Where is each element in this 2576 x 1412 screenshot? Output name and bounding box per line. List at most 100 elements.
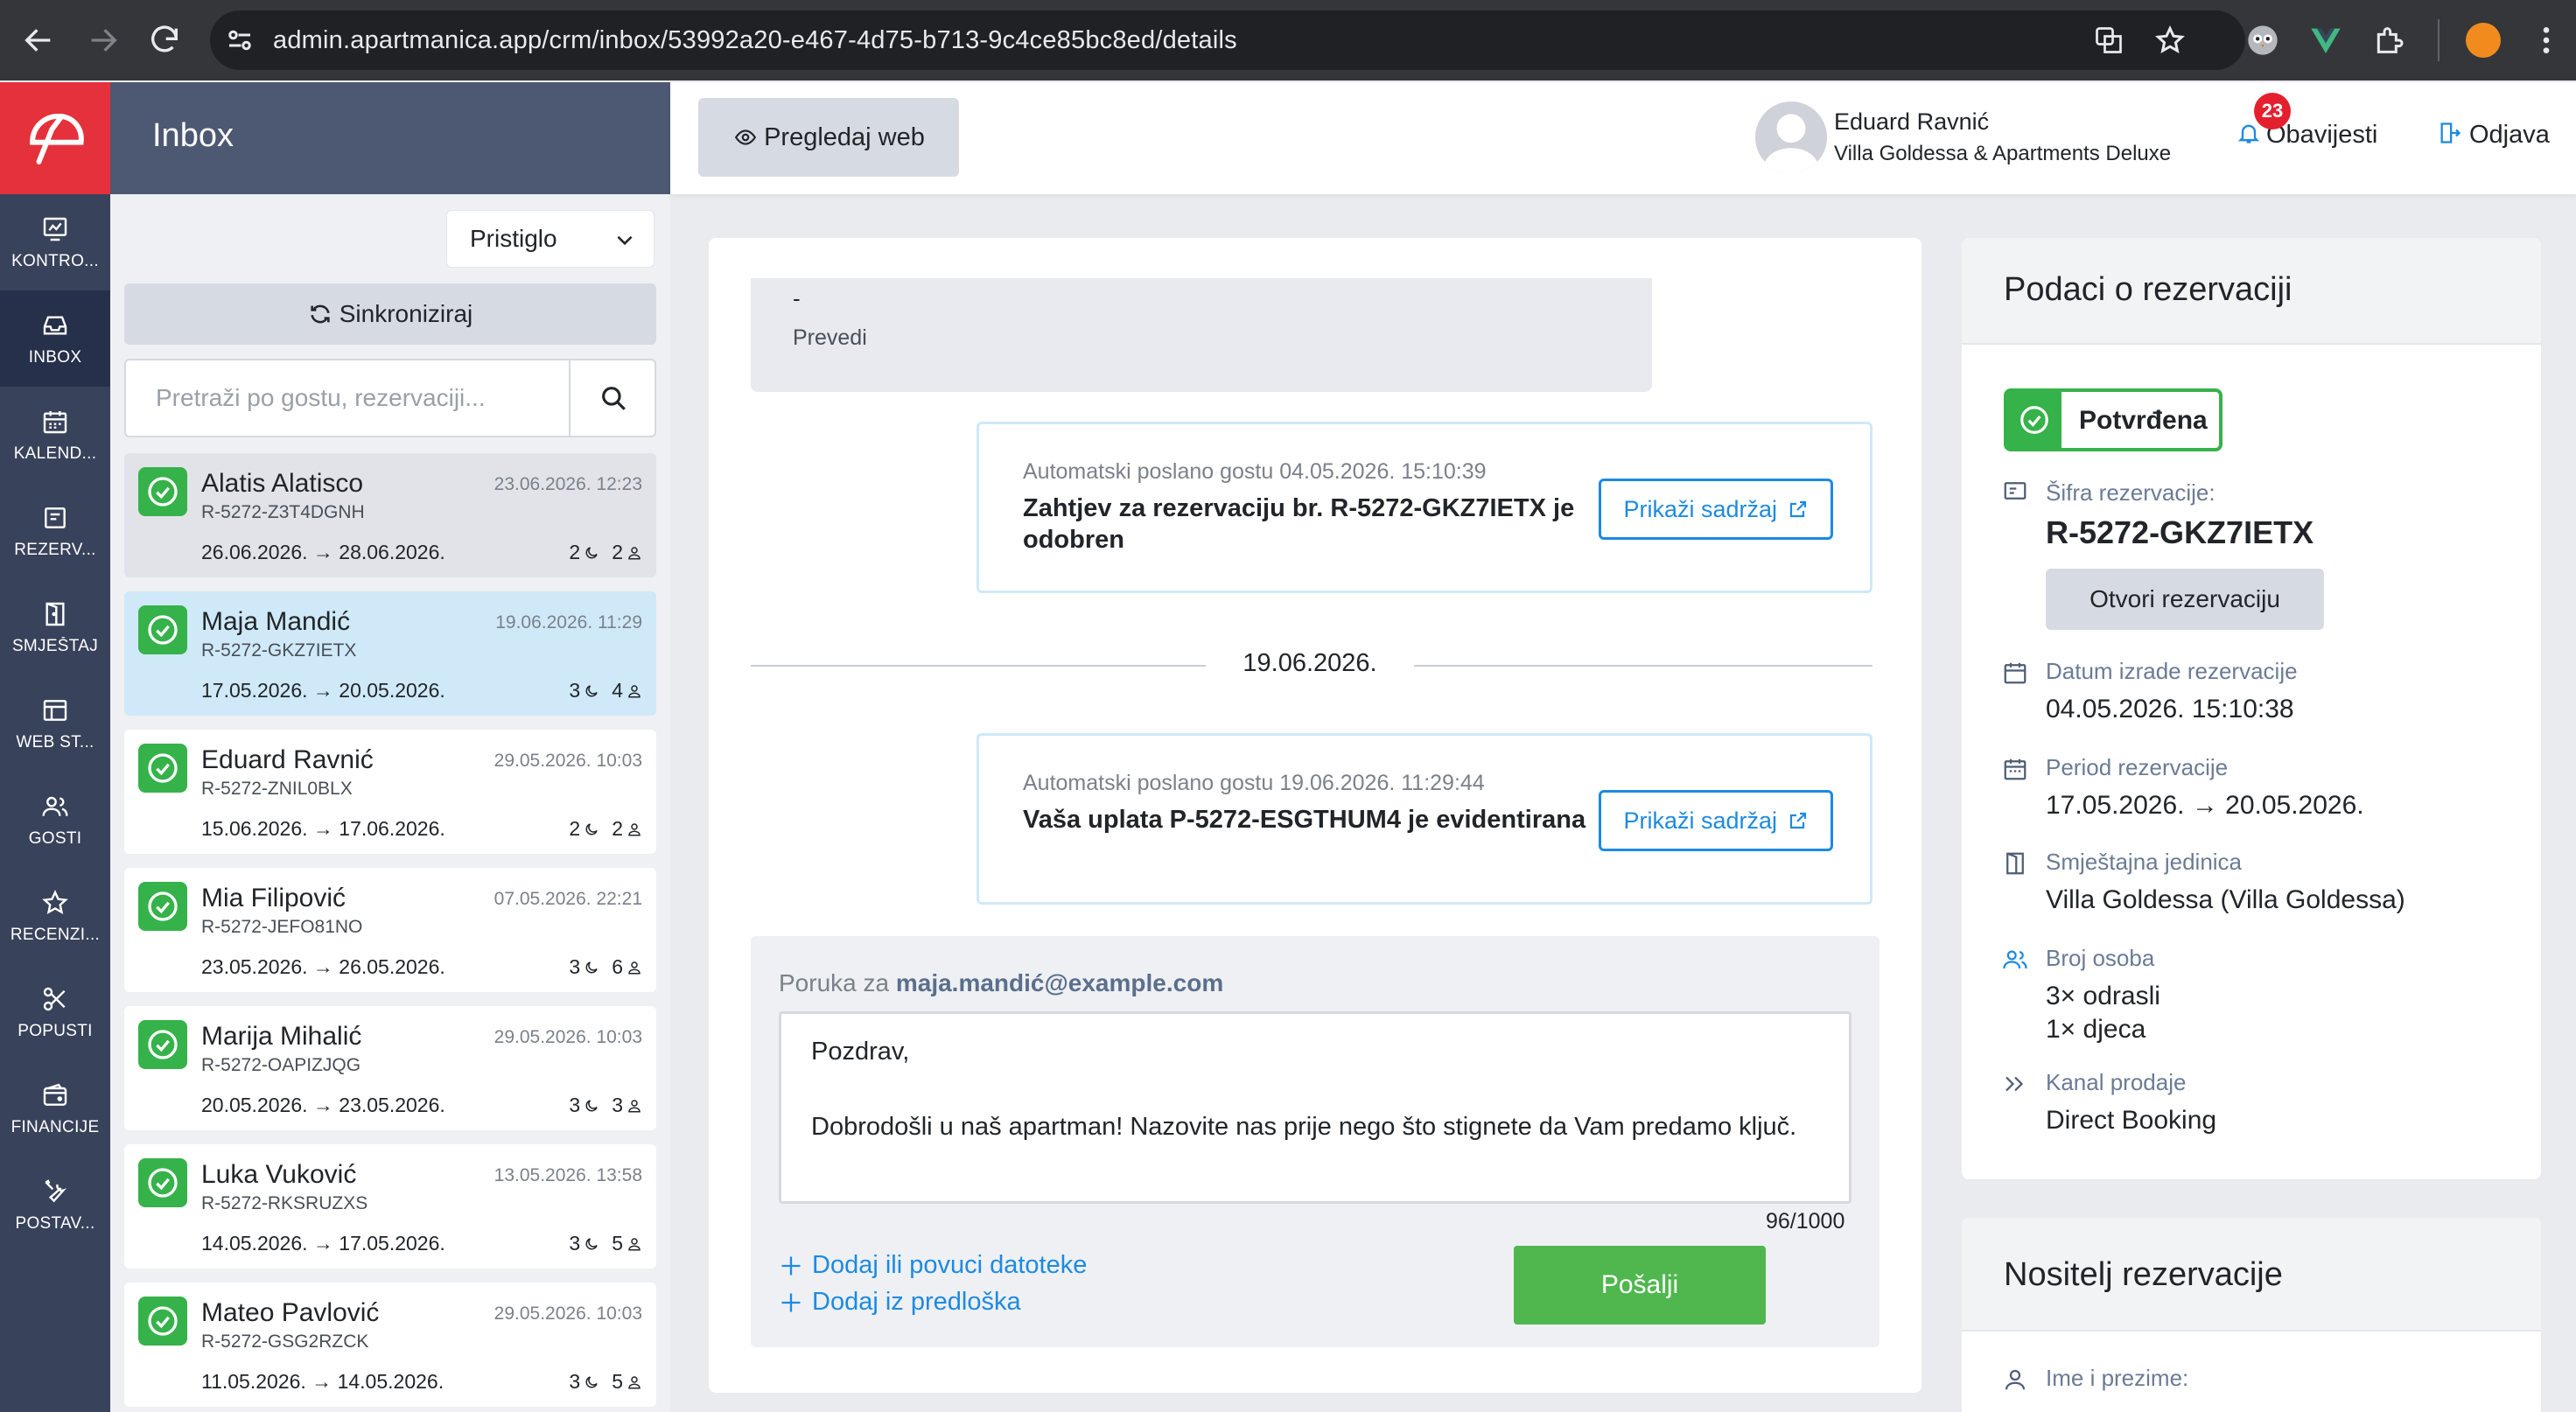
nav-label: SMJEŠTAJ: [11, 637, 99, 655]
site-settings-icon[interactable]: [224, 24, 256, 56]
add-template-link[interactable]: Dodaj iz predloška: [779, 1288, 1021, 1317]
user-avatar[interactable]: [1755, 101, 1827, 173]
message-date: 29.05.2026. 10:03: [494, 1304, 642, 1324]
person-icon: [628, 1237, 640, 1250]
guests-count: 5: [612, 1232, 623, 1255]
recipient-email: maja.mandić@example.com: [895, 969, 1224, 996]
nav-website[interactable]: WEB ST...: [0, 675, 110, 772]
stay-counts: 3 6: [569, 955, 642, 979]
stay-range: 23.05.2026. → 26.05.2026.: [201, 955, 445, 978]
conversation-item[interactable]: Luka Vuković 13.05.2026. 13:58 R-5272-RK…: [124, 1144, 656, 1269]
conversation-item-selected[interactable]: Maja Mandić 19.06.2026. 11:29 R-5272-GKZ…: [124, 591, 656, 716]
translate-icon[interactable]: [2093, 24, 2124, 56]
logout-button[interactable]: Odjava: [2438, 121, 2550, 150]
show-content-button[interactable]: Prikaži sadržaj: [1599, 479, 1833, 540]
nav-reservations[interactable]: REZERV...: [0, 483, 110, 579]
nav-guests[interactable]: GOSTI: [0, 772, 110, 868]
inbox-title: Inbox: [152, 117, 234, 154]
conversation-item[interactable]: Alatis Alatisco 23.06.2026. 12:23 R-5272…: [124, 453, 656, 577]
nights-count: 3: [569, 1232, 581, 1255]
reservation-code: R-5272-RKSRUZXS: [201, 1193, 368, 1213]
reservation-code: R-5272-GKZ7IETX: [201, 640, 357, 661]
bookmark-star-icon[interactable]: [2154, 24, 2186, 56]
conversation-item[interactable]: Mia Filipović 07.05.2026. 22:21 R-5272-J…: [124, 868, 656, 992]
sync-button[interactable]: Sinkroniziraj: [124, 283, 656, 345]
nav-label: POPUSTI: [18, 1022, 93, 1040]
nights-count: 2: [569, 817, 581, 840]
channel-arrow-icon: [2002, 1071, 2032, 1101]
extension-vue-icon[interactable]: [2308, 23, 2343, 58]
moon-icon: [585, 822, 598, 835]
nights-count: 3: [569, 679, 581, 702]
reservation-code: R-5272-GKZ7IETX: [2046, 514, 2314, 550]
reservation-panel-title: Podaci o rezervaciji: [2004, 271, 2292, 308]
inbox-icon: [41, 311, 69, 339]
search-input[interactable]: [126, 360, 569, 436]
reload-icon[interactable]: [147, 23, 182, 58]
auto-message-meta: Automatski poslano gostu 04.05.2026. 15:…: [1023, 459, 1487, 484]
reservation-code: R-5272-OAPIZJQG: [201, 1055, 361, 1075]
message-date: 29.05.2026. 10:03: [494, 1027, 642, 1047]
back-icon[interactable]: [21, 23, 56, 58]
browser-menu-icon[interactable]: [2529, 23, 2564, 58]
wallet-icon: [41, 1081, 69, 1109]
bell-icon: [2237, 124, 2260, 143]
preview-web-button[interactable]: Pregledaj web: [698, 98, 959, 177]
eye-icon: [735, 129, 757, 145]
url-text[interactable]: admin.apartmanica.app/crm/inbox/53992a20…: [273, 10, 1237, 70]
profile-avatar[interactable]: [2466, 23, 2501, 58]
door-icon: [2002, 850, 2032, 880]
nav-accommodation[interactable]: SMJEŠTAJ: [0, 579, 110, 675]
reservation-code-label: Šifra rezervacije:: [2046, 479, 2216, 506]
add-files-link[interactable]: Dodaj ili povuci datoteke: [779, 1251, 1087, 1280]
extension-owl-icon[interactable]: [2245, 23, 2280, 58]
conversation-item[interactable]: Marija Mihalić 29.05.2026. 10:03 R-5272-…: [124, 1006, 656, 1130]
external-link-icon: [1789, 500, 1806, 518]
stay-range: 20.05.2026. → 23.05.2026.: [201, 1094, 445, 1116]
created-date-label: Datum izrade rezervacije: [2046, 658, 2298, 684]
nav-dashboard[interactable]: KONTRO...: [0, 194, 110, 290]
reservation-details-panel: Podaci o rezervaciji Potvrđena Šifra rez…: [1962, 238, 2541, 1179]
send-button[interactable]: Pošalji: [1514, 1246, 1766, 1325]
forward-icon[interactable]: [86, 23, 121, 58]
nav-finance[interactable]: FINANCIJE: [0, 1060, 110, 1157]
nav-discounts[interactable]: POPUSTI: [0, 964, 110, 1060]
stay-range: 17.05.2026. → 20.05.2026.: [201, 679, 445, 702]
nav-reviews[interactable]: RECENZI...: [0, 868, 110, 964]
extensions-puzzle-icon[interactable]: [2371, 23, 2406, 58]
inbox-search: [124, 359, 656, 437]
inbox-filter-select[interactable]: Pristiglo: [446, 210, 654, 268]
guest-name: Mia Filipović: [201, 884, 346, 912]
conversation-item[interactable]: Mateo Pavlović 29.05.2026. 10:03 R-5272-…: [124, 1283, 656, 1407]
search-button[interactable]: [569, 360, 654, 436]
status-badge: Potvrđena: [2004, 388, 2222, 451]
nav-settings[interactable]: POSTAV...: [0, 1157, 110, 1253]
nav-calendar[interactable]: KALEND...: [0, 387, 110, 483]
holder-panel-header: Nositelj rezervacije: [1962, 1218, 2541, 1332]
notifications-button[interactable]: Obavijesti: [2236, 121, 2377, 150]
open-reservation-button[interactable]: Otvori rezervaciju: [2046, 569, 2324, 630]
person-icon: [628, 1099, 640, 1112]
guests-count: 5: [612, 1370, 623, 1393]
nav-inbox[interactable]: INBOX: [0, 290, 110, 387]
address-bar[interactable]: admin.apartmanica.app/crm/inbox/53992a20…: [210, 10, 2245, 70]
guest-name: Maja Mandić: [201, 607, 351, 636]
app-logo[interactable]: [0, 82, 110, 194]
conversation-item[interactable]: Eduard Ravnić 29.05.2026. 10:03 R-5272-Z…: [124, 730, 656, 854]
channel-label: Kanal prodaje: [2046, 1069, 2187, 1095]
holder-panel-title: Nositelj rezervacije: [2004, 1256, 2283, 1293]
translate-link[interactable]: Prevedi: [793, 325, 867, 351]
guests-count: 4: [612, 679, 623, 702]
logout-label: Odjava: [2469, 121, 2550, 149]
tools-icon: [41, 1178, 69, 1206]
moon-icon: [585, 1099, 598, 1111]
date-divider: 19.06.2026.: [1242, 649, 1377, 677]
message-textarea[interactable]: Pozdrav, Dobrodošli u naš apartman! Nazo…: [779, 1011, 1852, 1204]
auto-message-title: Vaša uplata P-5272-ESGTHUM4 je evidentir…: [1023, 806, 1586, 834]
confirmed-check-icon: [138, 1297, 187, 1346]
confirmed-check-icon: [138, 467, 187, 516]
search-icon: [602, 387, 626, 410]
show-content-button[interactable]: Prikaži sadržaj: [1599, 790, 1833, 851]
auto-message-card: Automatski poslano gostu 19.06.2026. 11:…: [976, 733, 1872, 905]
stay-range: 11.05.2026. → 14.05.2026.: [201, 1370, 444, 1393]
